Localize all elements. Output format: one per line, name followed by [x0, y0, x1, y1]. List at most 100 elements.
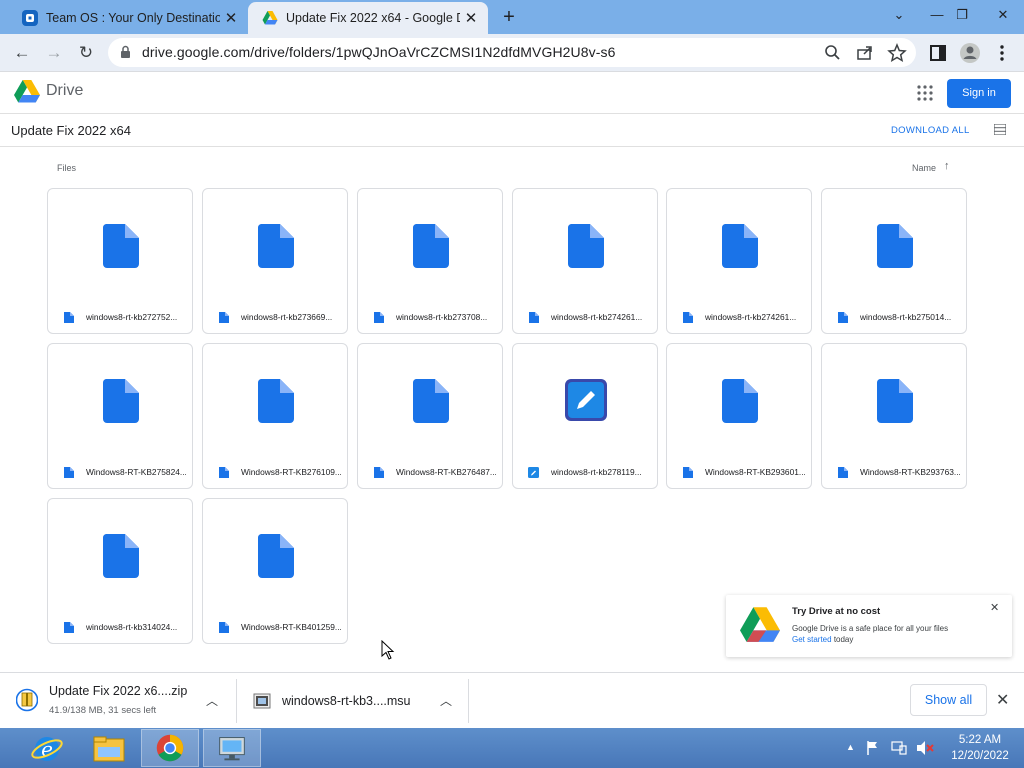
google-drive-logo-icon: [740, 607, 780, 642]
file-card[interactable]: windows8-rt-kb274261...: [666, 188, 812, 334]
file-card[interactable]: Windows8-RT-KB293763...: [821, 343, 967, 489]
file-document-icon: [258, 534, 294, 578]
edit-app-small-icon: [528, 467, 539, 478]
bookmark-star-icon[interactable]: [886, 42, 908, 64]
google-apps-grid-icon[interactable]: [916, 84, 934, 102]
downloads-bar: Update Fix 2022 x6....zip 41.9/138 MB, 3…: [0, 672, 1024, 728]
file-document-icon: [258, 224, 294, 268]
file-card[interactable]: Windows8-RT-KB276109...: [202, 343, 348, 489]
file-name: Windows8-RT-KB276109...: [241, 467, 341, 477]
tab-team-os[interactable]: Team OS : Your Only Destination ✕: [8, 2, 248, 34]
address-bar[interactable]: drive.google.com/drive/folders/1pwQJnOaV…: [108, 38, 916, 67]
file-name: windows8-rt-kb314024...: [86, 622, 178, 632]
file-small-icon: [374, 467, 384, 478]
download-item-zip[interactable]: Update Fix 2022 x6....zip 41.9/138 MB, 3…: [0, 673, 236, 729]
promo-link-suffix: today: [833, 635, 854, 644]
file-name: windows8-rt-kb278119...: [551, 467, 642, 477]
restore-button[interactable]: ❐: [945, 0, 979, 32]
file-card[interactable]: windows8-rt-kb272752...: [47, 188, 193, 334]
file-document-icon: [103, 224, 139, 268]
file-card[interactable]: Windows8-RT-KB276487...: [357, 343, 503, 489]
url-text[interactable]: drive.google.com/drive/folders/1pwQJnOaV…: [142, 44, 616, 60]
remote-desktop-icon[interactable]: [203, 729, 261, 767]
mouse-cursor-icon: [381, 640, 395, 660]
file-name: Windows8-RT-KB401259...: [241, 622, 341, 632]
drive-brand-text[interactable]: Drive: [46, 82, 83, 100]
tab-google-drive[interactable]: Update Fix 2022 x64 - Google Drive ✕: [248, 2, 488, 34]
try-drive-promo: Try Drive at no cost Google Drive is a s…: [726, 595, 1012, 657]
file-card[interactable]: windows8-rt-kb273669...: [202, 188, 348, 334]
files-section-label: Files: [57, 163, 77, 173]
file-name: windows8-rt-kb273708...: [396, 312, 488, 322]
file-card[interactable]: windows8-rt-kb273708...: [357, 188, 503, 334]
show-all-downloads-button[interactable]: Show all: [910, 684, 987, 716]
file-card[interactable]: windows8-rt-kb278119...: [512, 343, 658, 489]
chevron-up-icon[interactable]: ︿: [440, 692, 452, 709]
tab-search-icon[interactable]: ⌄: [882, 0, 916, 32]
window-close-button[interactable]: ✕: [982, 0, 1024, 32]
action-center-flag-icon[interactable]: [866, 740, 880, 756]
folder-subheader: Update Fix 2022 x64 DOWNLOAD ALL: [0, 114, 1024, 147]
file-card[interactable]: windows8-rt-kb314024...: [47, 498, 193, 644]
profile-avatar-icon[interactable]: [958, 41, 982, 65]
file-name: Windows8-RT-KB275824...: [86, 467, 186, 477]
file-document-icon: [877, 379, 913, 423]
file-name: Windows8-RT-KB276487...: [396, 467, 496, 477]
tab-close-icon[interactable]: ✕: [460, 9, 482, 27]
system-clock[interactable]: 5:22 AM 12/20/2022: [944, 732, 1016, 764]
file-small-icon: [219, 467, 229, 478]
sort-by-name-button[interactable]: Name: [912, 163, 936, 173]
file-explorer-icon[interactable]: [80, 729, 138, 767]
more-menu-icon[interactable]: [990, 41, 1014, 65]
download-item-msu[interactable]: windows8-rt-kb3....msu ︿: [236, 673, 468, 729]
get-started-link[interactable]: Get started: [792, 635, 832, 644]
file-document-icon: [877, 224, 913, 268]
file-small-icon: [683, 467, 693, 478]
zoom-icon[interactable]: [822, 42, 844, 64]
file-card[interactable]: Windows8-RT-KB401259...: [202, 498, 348, 644]
tab-title: Update Fix 2022 x64 - Google Drive: [286, 11, 460, 25]
browser-tab-strip: Team OS : Your Only Destination ✕ Update…: [0, 0, 1024, 34]
chevron-up-icon[interactable]: ︿: [206, 692, 218, 709]
google-drive-logo-icon[interactable]: [14, 80, 40, 103]
file-document-icon: [413, 224, 449, 268]
download-filename: windows8-rt-kb3....msu: [282, 694, 411, 708]
sign-in-button[interactable]: Sign in: [947, 79, 1011, 108]
file-card[interactable]: Windows8-RT-KB275824...: [47, 343, 193, 489]
tab-close-icon[interactable]: ✕: [220, 9, 242, 27]
file-small-icon: [64, 622, 74, 633]
sort-direction-icon[interactable]: ↑: [944, 160, 950, 172]
file-name: windows8-rt-kb273669...: [241, 312, 333, 322]
share-icon[interactable]: [854, 42, 876, 64]
back-button[interactable]: ←: [10, 41, 34, 65]
google-chrome-icon[interactable]: [141, 729, 199, 767]
google-drive-favicon-icon: [262, 11, 278, 25]
file-name: windows8-rt-kb275014...: [860, 312, 952, 322]
new-tab-button[interactable]: +: [499, 6, 519, 28]
promo-close-icon[interactable]: ✕: [990, 601, 999, 614]
volume-muted-icon[interactable]: [916, 740, 934, 756]
file-card[interactable]: windows8-rt-kb274261...: [512, 188, 658, 334]
file-card[interactable]: Windows8-RT-KB293601...: [666, 343, 812, 489]
download-all-button[interactable]: DOWNLOAD ALL: [891, 125, 970, 136]
file-document-icon: [258, 379, 294, 423]
file-name: Windows8-RT-KB293763...: [860, 467, 960, 477]
network-icon[interactable]: [891, 740, 907, 756]
file-name: windows8-rt-kb274261...: [551, 312, 643, 322]
windows-taskbar: e ▲ 5:22 AM 12/20/2022: [0, 728, 1024, 768]
download-status: 41.9/138 MB, 31 secs left: [49, 705, 157, 716]
divider: [468, 679, 469, 723]
file-small-icon: [683, 312, 693, 323]
reload-button[interactable]: ↻: [74, 41, 98, 65]
file-card[interactable]: windows8-rt-kb275014...: [821, 188, 967, 334]
file-small-icon: [64, 467, 74, 478]
side-panel-icon[interactable]: [926, 41, 950, 65]
file-name: windows8-rt-kb274261...: [705, 312, 797, 322]
list-view-icon[interactable]: [994, 124, 1006, 135]
forward-button[interactable]: →: [42, 41, 66, 65]
file-name: windows8-rt-kb272752...: [86, 312, 178, 322]
internet-explorer-icon[interactable]: e: [18, 729, 76, 767]
show-hidden-icons-icon[interactable]: ▲: [846, 742, 855, 752]
file-small-icon: [64, 312, 74, 323]
downloads-close-icon[interactable]: ✕: [996, 690, 1009, 710]
